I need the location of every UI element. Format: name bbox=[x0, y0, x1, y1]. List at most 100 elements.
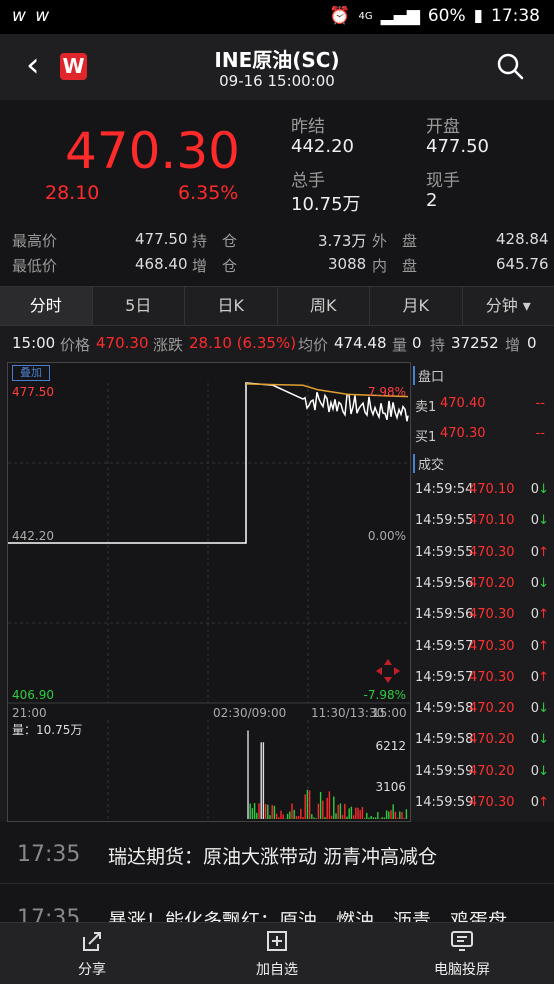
tab-minute[interactable]: 分钟 ▾ bbox=[463, 287, 554, 325]
info-inc-label: 增 bbox=[505, 336, 521, 354]
trade-time: 14:59:55 bbox=[415, 513, 474, 529]
news-item[interactable]: 17:35 暴涨！能化多飘红：原油、燃油、沥青、鸡蛋盘 bbox=[0, 886, 554, 926]
trade-row: 14:59:57 470.30 0 ↑ bbox=[413, 639, 551, 657]
arrow-down-icon: ↓ bbox=[538, 482, 549, 497]
price-change-pct: 6.35% bbox=[178, 182, 239, 204]
trade-row: 14:59:56 470.30 0 ↑ bbox=[413, 607, 551, 625]
status-bar: w w ⏰ 4G ▂▄▆ 60% ▮ 17:38 bbox=[0, 0, 554, 34]
inner-value: 645.76 bbox=[496, 255, 549, 273]
cur-vol-value: 2 bbox=[426, 190, 438, 211]
trade-row: 14:59:59 470.20 0 ↓ bbox=[413, 764, 551, 782]
orderbook-heading: 盘口 bbox=[413, 366, 444, 385]
trade-time: 14:59:59 bbox=[415, 795, 474, 810]
ask1-price: 470.40 bbox=[440, 396, 486, 411]
arrow-up-icon: ↑ bbox=[538, 669, 549, 685]
low-label: 最低价 bbox=[12, 257, 58, 275]
pct-bottom-label: -7.98% bbox=[363, 688, 406, 702]
cast-screen-button[interactable]: 电脑投屏 bbox=[412, 929, 512, 979]
news-time: 17:35 bbox=[17, 842, 81, 867]
bottom-nav: 分享 加自选 电脑投屏 bbox=[0, 922, 554, 984]
add-watchlist-button[interactable]: 加自选 bbox=[227, 929, 327, 979]
page-subtitle: 09-16 15:00:00 bbox=[219, 72, 335, 90]
vol-top-label: 6212 bbox=[375, 739, 406, 753]
trade-price: 470.30 bbox=[469, 669, 515, 685]
trade-time: 14:59:56 bbox=[415, 575, 474, 591]
tab-daily-k[interactable]: 日K bbox=[185, 287, 278, 325]
news-item[interactable]: 17:35 瑞达期货：原油大涨带动 沥青冲高减仓 bbox=[0, 822, 554, 884]
overlay-button[interactable]: 叠加 bbox=[12, 365, 50, 381]
info-chg: 28.10 (6.35%) bbox=[189, 334, 297, 352]
info-chg-label: 涨跌 bbox=[153, 336, 184, 354]
time-label-2: 02:30/09:00 bbox=[213, 706, 287, 720]
trade-row: 14:59:55 470.10 0 ↓ bbox=[413, 513, 551, 531]
arrow-up-icon: ↑ bbox=[538, 544, 549, 560]
bid1-row: 买1 470.30 -- bbox=[413, 426, 551, 445]
share-button[interactable]: 分享 bbox=[42, 929, 142, 979]
trade-time: 14:59:55 bbox=[415, 544, 474, 560]
ask1-label: 卖1 bbox=[415, 400, 437, 415]
bid1-label: 买1 bbox=[415, 430, 437, 445]
price-change: 28.10 bbox=[45, 182, 100, 204]
trade-price: 470.20 bbox=[469, 701, 515, 717]
orderbook-panel: 盘口 卖1 470.40 -- 买1 470.30 -- 成交 14:59:54… bbox=[411, 362, 554, 822]
trades-heading: 成交 bbox=[413, 454, 444, 473]
trade-price: 470.30 bbox=[469, 638, 515, 654]
volume-label: 量：10.75万 bbox=[12, 723, 83, 737]
trade-price: 470.10 bbox=[469, 513, 515, 529]
trade-time: 14:59:58 bbox=[415, 732, 474, 748]
info-hold-label: 持 bbox=[430, 336, 446, 354]
battery-icon: ▮ bbox=[473, 6, 483, 26]
tab-5day[interactable]: 5日 bbox=[93, 287, 185, 325]
share-icon bbox=[83, 932, 101, 951]
cast-screen-label: 电脑投屏 bbox=[434, 962, 490, 978]
alarm-icon: ⏰ bbox=[329, 6, 351, 26]
arrow-up-icon: ↑ bbox=[538, 795, 549, 810]
clock: 17:38 bbox=[491, 6, 540, 26]
tab-monthly-k[interactable]: 月K bbox=[370, 287, 463, 325]
tab-intraday[interactable]: 分时 bbox=[0, 287, 93, 325]
trade-price: 470.30 bbox=[469, 607, 515, 623]
info-bar: 15:00 价格 470.30 涨跌 28.10 (6.35%) 均价 474.… bbox=[0, 332, 554, 356]
ask1-row: 卖1 470.40 -- bbox=[413, 396, 551, 415]
header: ‹ W INE原油(SC) 09-16 15:00:00 bbox=[0, 34, 554, 100]
arrow-down-icon: ↓ bbox=[538, 763, 549, 779]
arrow-down-icon: ↓ bbox=[538, 513, 549, 529]
high-value: 477.50 bbox=[135, 230, 188, 248]
period-tabs: 分时 5日 日K 周K 月K 分钟 ▾ bbox=[0, 286, 554, 326]
total-vol-value: 10.75万 bbox=[291, 194, 361, 215]
add-watchlist-label: 加自选 bbox=[256, 962, 298, 978]
search-icon[interactable] bbox=[496, 52, 524, 80]
trade-time: 14:59:57 bbox=[415, 638, 474, 654]
y-mid-label: 442.20 bbox=[12, 529, 54, 543]
trade-price: 470.20 bbox=[469, 732, 515, 748]
battery-level: 60% bbox=[427, 6, 466, 26]
trade-time: 14:59:59 bbox=[415, 763, 474, 779]
info-avg: 474.48 bbox=[334, 334, 387, 352]
low-value: 468.40 bbox=[135, 255, 188, 273]
trade-time: 14:59:58 bbox=[415, 701, 474, 717]
inc-label: 增 仓 bbox=[192, 257, 238, 275]
trade-price: 470.20 bbox=[469, 575, 515, 591]
trade-price: 470.30 bbox=[469, 544, 515, 560]
info-time: 15:00 bbox=[12, 334, 56, 352]
add-watchlist-icon bbox=[267, 931, 287, 951]
trade-row: 14:59:58 470.20 0 ↓ bbox=[413, 701, 551, 719]
y-top-label: 477.50 bbox=[12, 385, 54, 399]
last-price: 470.30 bbox=[65, 122, 240, 180]
cur-vol-label: 现手 bbox=[426, 171, 460, 191]
info-price-label: 价格 bbox=[60, 336, 91, 354]
trade-price: 470.20 bbox=[469, 763, 515, 779]
share-label: 分享 bbox=[78, 962, 106, 978]
time-label-end: 15:00 bbox=[372, 706, 407, 720]
intraday-chart[interactable]: 叠加 477.50 442.20 406.90 7.98% 0.00% -7.9… bbox=[7, 362, 411, 822]
outer-value: 428.84 bbox=[496, 230, 549, 248]
news-list: 17:35 瑞达期货：原油大涨带动 沥青冲高减仓 17:35 暴涨！能化多飘红：… bbox=[0, 822, 554, 926]
trade-price: 470.10 bbox=[469, 482, 515, 497]
pct-mid-label: 0.00% bbox=[367, 529, 406, 543]
inc-value: 3088 bbox=[328, 255, 367, 273]
prev-close-value: 442.20 bbox=[291, 136, 354, 157]
tab-weekly-k[interactable]: 周K bbox=[278, 287, 370, 325]
trade-row: 14:59:54 470.10 0 ↓ bbox=[413, 482, 551, 500]
crosshair-move-icon[interactable] bbox=[374, 657, 402, 685]
info-price: 470.30 bbox=[96, 334, 149, 352]
